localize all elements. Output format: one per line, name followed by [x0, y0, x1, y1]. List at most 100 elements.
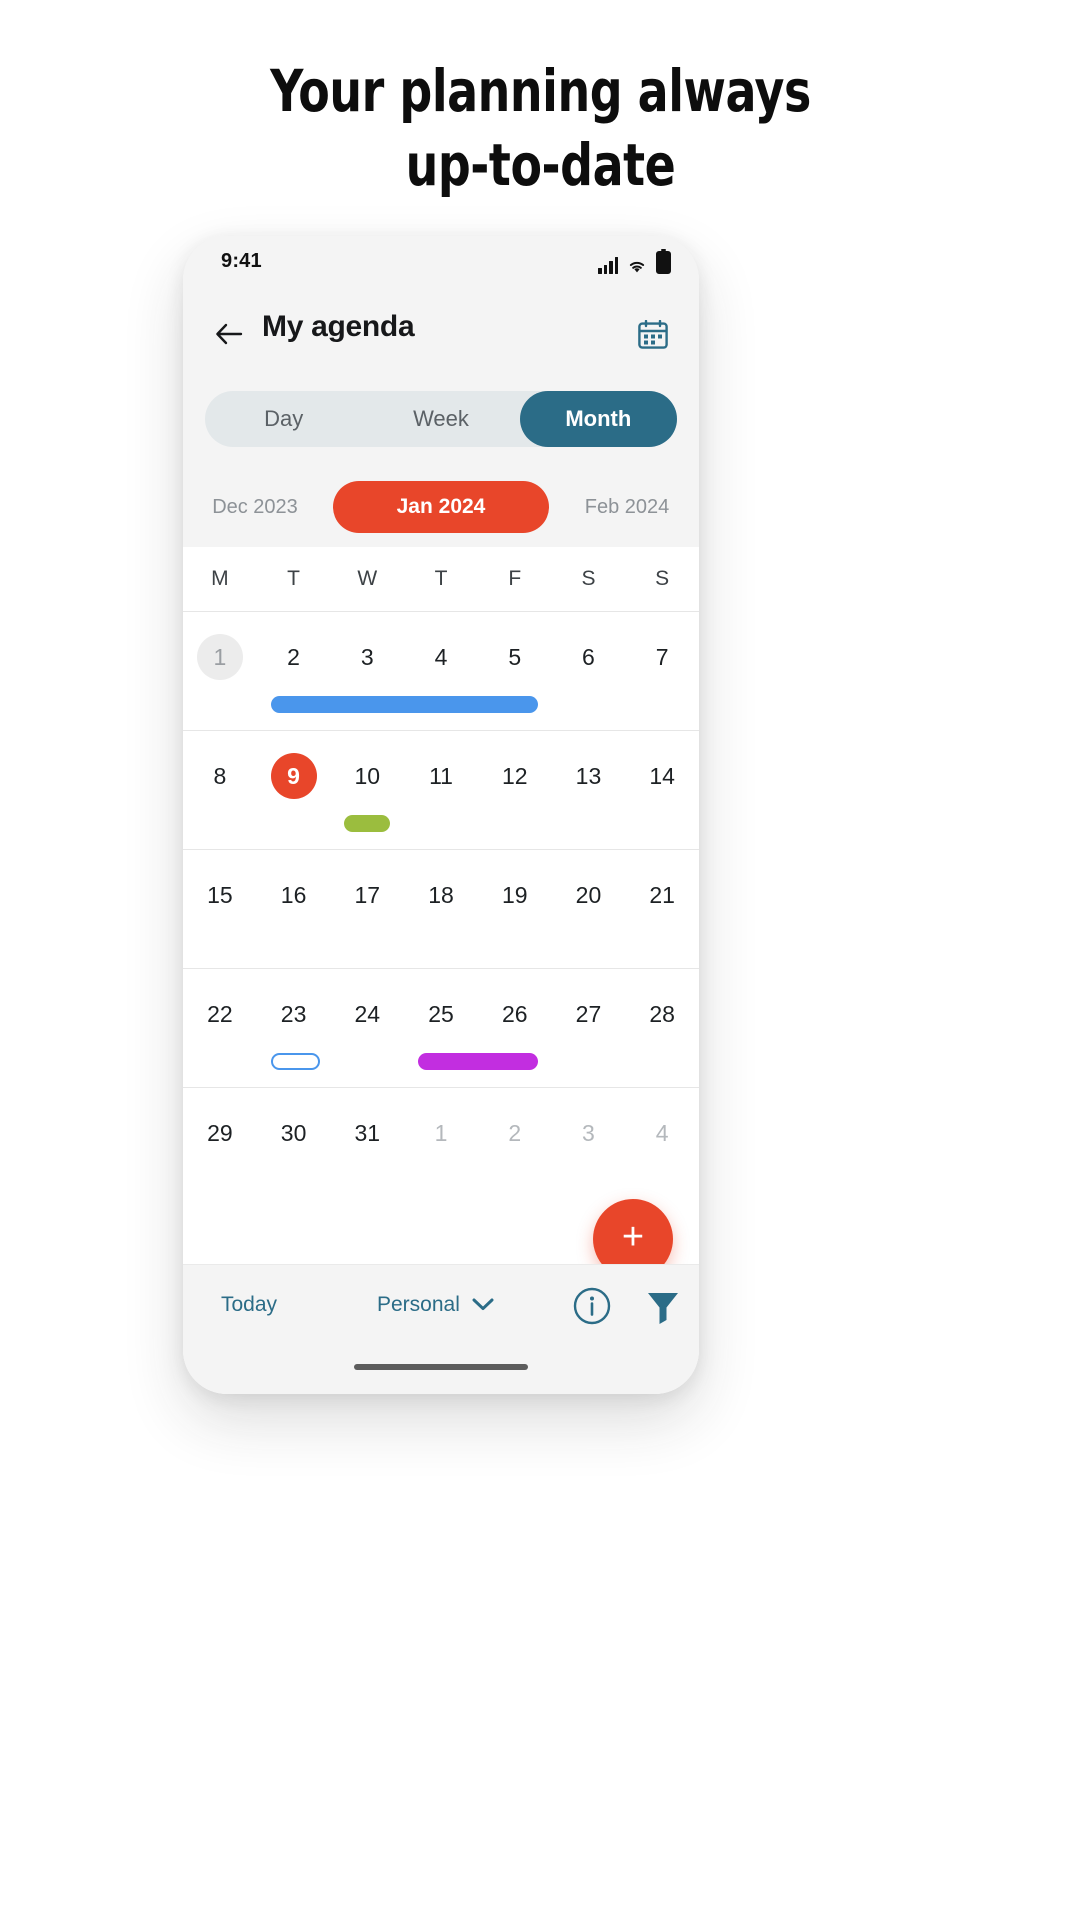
view-switch-option-day[interactable]: Day [205, 391, 362, 447]
view-switch: Day Week Month [205, 391, 677, 447]
signal-bars-icon [598, 257, 618, 274]
calendar-day-cell[interactable]: 13 [552, 731, 626, 849]
weekday-header: S [655, 567, 670, 590]
calendar-day-cell[interactable]: 22 [183, 969, 257, 1087]
app-bar-title: My agenda [262, 310, 415, 343]
calendar-day-cell[interactable]: 24 [330, 969, 404, 1087]
calendar-day-number: 4 [655, 1119, 669, 1146]
calendar-day-number: 31 [354, 1119, 381, 1146]
view-switch-option-week[interactable]: Week [362, 391, 519, 447]
calendar-day-number: 5 [508, 643, 522, 670]
calendar-day-cell[interactable]: 7 [625, 612, 699, 730]
calendar-day-cell[interactable]: 11 [404, 731, 478, 849]
calendar-day-number: 14 [649, 762, 675, 789]
calendar-day-cell[interactable]: 1 [183, 612, 257, 730]
calendar-day-cell[interactable]: 18 [404, 850, 478, 968]
calendar-day-number: 6 [582, 643, 595, 670]
calendar-day-cell[interactable]: 19 [478, 850, 552, 968]
calendar-day-cell[interactable]: 9 [257, 731, 331, 849]
calendar-day-number: 13 [575, 762, 602, 789]
calendar-day-cell[interactable]: 14 [625, 731, 699, 849]
calendar-day-cell[interactable]: 21 [625, 850, 699, 968]
calendar-day-cell[interactable]: 31 [330, 1088, 404, 1206]
calendar-day-cell[interactable]: 2 [478, 1088, 552, 1206]
calendar-day-number: 22 [207, 1000, 233, 1027]
calendar-day-cell[interactable]: 6 [552, 612, 626, 730]
calendar-event-bar[interactable] [270, 696, 538, 713]
weekday-header: S [581, 567, 596, 590]
calendar-event-bar[interactable] [270, 1053, 321, 1070]
today-button[interactable]: Today [221, 1293, 277, 1317]
calendar-weeks: 1 2 3 4 5 6 7 8 9 10 11 12 13 14 15 16 17 18 19 20 21 22 23 24 2… [183, 612, 699, 1206]
calendar-week-row: 1 2 3 4 5 6 7 [183, 612, 699, 731]
calendar-day-cell[interactable]: 3 [552, 1088, 626, 1206]
calendar-week-row: 8 9 10 11 12 13 14 [183, 731, 699, 850]
weekday-header: F [508, 567, 522, 590]
calendar-day-cell[interactable]: 16 [257, 850, 331, 968]
calendar-day-cell[interactable]: 12 [478, 731, 552, 849]
calendar-day-cell[interactable]: 20 [552, 850, 626, 968]
calendar-day-number: 25 [428, 1000, 454, 1027]
weekday-header: T [287, 567, 300, 590]
calendar-selector[interactable]: Personal [377, 1293, 494, 1317]
calendar-day-number: 16 [280, 881, 307, 908]
month-previous[interactable]: Dec 2023 [183, 496, 327, 519]
plus-icon: + [621, 1216, 645, 1258]
calendar-day-number: 19 [501, 881, 528, 908]
calendar-day-number: 3 [582, 1119, 595, 1146]
calendar-day-number: 17 [354, 881, 381, 908]
calendar-day-cell[interactable]: 4 [625, 1088, 699, 1206]
status-time: 9:41 [221, 250, 262, 272]
calendar-day-number: 8 [213, 762, 227, 789]
calendar-grid: MTWTFSS 1 2 3 4 5 6 7 8 9 10 11 12 13 14 15 16 17 18 19 20 2… [183, 547, 699, 1265]
calendar-day-cell[interactable]: 27 [552, 969, 626, 1087]
calendar-day-number: 11 [429, 762, 453, 789]
battery-icon [656, 249, 671, 274]
chevron-down-icon [472, 1293, 494, 1317]
headline-line-2: up-to-date [405, 131, 676, 199]
headline-line-1: Your planning always [270, 57, 811, 125]
calendar-day-number: 27 [575, 1000, 602, 1027]
app-bar: My agenda [183, 292, 699, 376]
weekday-header: W [357, 567, 378, 590]
calendar-day-cell[interactable]: 15 [183, 850, 257, 968]
calendar-day-number: 18 [428, 881, 454, 908]
calendar-day-number: 3 [360, 643, 374, 670]
calendar-day-cell[interactable]: 8 [183, 731, 257, 849]
weekday-header-row: MTWTFSS [183, 547, 699, 612]
calendar-selector-label: Personal [377, 1293, 460, 1316]
filter-button[interactable] [645, 1287, 681, 1330]
bottom-bar: Today Personal [183, 1264, 699, 1394]
calendar-day-number: 7 [655, 643, 669, 670]
calendar-day-number: 2 [287, 643, 300, 670]
calendar-week-row: 15 16 17 18 19 20 21 [183, 850, 699, 969]
calendar-day-number: 28 [649, 1000, 675, 1027]
calendar-event-bar[interactable] [344, 815, 391, 832]
calendar-day-number: 23 [280, 1000, 307, 1027]
calendar-day-number: 26 [501, 1000, 528, 1027]
phone-mockup: 9:41 My agenda Day Week Month Dec 2023 J… [183, 236, 699, 1394]
info-button[interactable] [573, 1287, 611, 1330]
calendar-week-row: 22 23 24 25 26 27 28 [183, 969, 699, 1088]
status-icons [598, 249, 671, 274]
calendar-day-cell[interactable]: 29 [183, 1088, 257, 1206]
weekday-header: M [211, 567, 229, 590]
calendar-day-cell[interactable]: 17 [330, 850, 404, 968]
calendar-day-cell[interactable]: 28 [625, 969, 699, 1087]
calendar-day-cell[interactable]: 1 [404, 1088, 478, 1206]
view-switch-option-month[interactable]: Month [519, 391, 677, 447]
calendar-day-number: 20 [575, 881, 602, 908]
status-bar: 9:41 [183, 236, 699, 292]
weekday-header: T [434, 567, 448, 590]
home-indicator [354, 1364, 528, 1370]
calendar-day-number: 1 [434, 1119, 448, 1146]
back-arrow-icon[interactable] [209, 314, 249, 354]
month-current[interactable]: Jan 2024 [333, 481, 549, 533]
calendar-event-bar[interactable] [418, 1053, 538, 1070]
calendar-day-cell[interactable]: 30 [257, 1088, 331, 1206]
month-next[interactable]: Feb 2024 [555, 496, 699, 519]
calendar-day-number: 21 [649, 881, 675, 908]
calendar-day-number: 4 [434, 643, 448, 670]
calendar-day-number: 29 [207, 1119, 233, 1146]
calendar-icon[interactable] [633, 314, 673, 354]
